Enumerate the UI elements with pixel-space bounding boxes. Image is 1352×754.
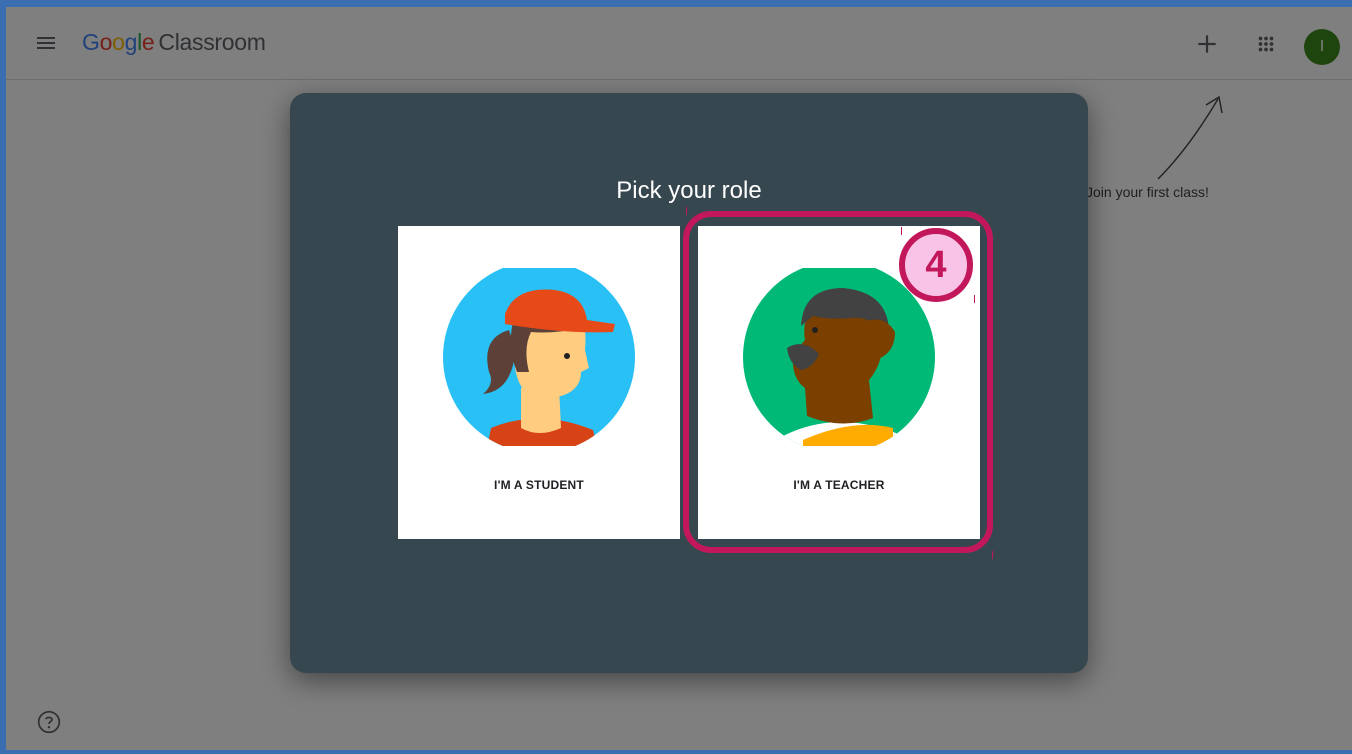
student-role-label: I'M A STUDENT xyxy=(494,478,584,492)
crop-mark xyxy=(686,207,687,215)
dialog-title: Pick your role xyxy=(616,177,762,204)
screen-frame: GoogleClassroom I Join your first class! xyxy=(0,0,1352,754)
classroom-page: GoogleClassroom I Join your first class! xyxy=(6,7,1352,750)
crop-mark xyxy=(901,227,902,235)
tutorial-step-badge: 4 xyxy=(899,228,973,302)
student-role-card[interactable]: I'M A STUDENT xyxy=(398,226,680,539)
crop-mark xyxy=(992,551,993,559)
student-avatar-illustration xyxy=(443,268,635,446)
crop-mark xyxy=(974,295,975,303)
